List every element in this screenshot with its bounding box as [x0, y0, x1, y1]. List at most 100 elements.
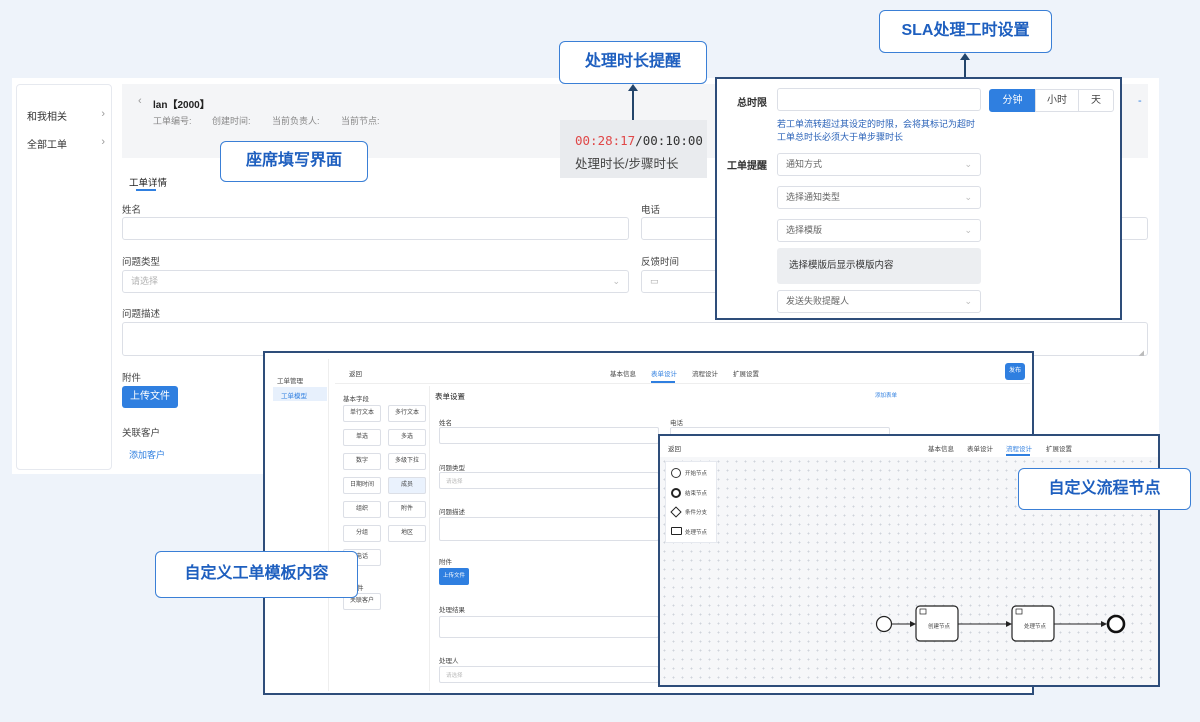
flow-tab-flow[interactable]: 流程设计: [1006, 443, 1032, 453]
flow-end-node[interactable]: [1106, 614, 1126, 634]
tpl-tab-extend[interactable]: 扩展设置: [733, 368, 759, 378]
tpl-tab-basic[interactable]: 基本信息: [610, 368, 636, 378]
current-owner-label: 当前负责人:: [272, 116, 320, 126]
tpl-header-divider: [335, 383, 1030, 384]
related-customer-label: 关联客户: [122, 428, 161, 439]
tpl-form-handler-placeholder: 请选择: [446, 673, 463, 679]
field-chip-member[interactable]: 成员: [388, 477, 426, 494]
callout-custom-flow: 自定义流程节点: [1018, 468, 1191, 510]
tpl-form-handler-select[interactable]: 请选择: [439, 666, 659, 683]
issue-type-select[interactable]: 请选择 ⌄: [122, 270, 629, 293]
total-limit-input[interactable]: [777, 88, 981, 111]
field-chip-attachment[interactable]: 附件: [388, 501, 426, 518]
unit-minutes-button[interactable]: 分钟: [989, 89, 1036, 112]
phone-input[interactable]: [641, 217, 721, 240]
collapse-dash[interactable]: -: [1138, 95, 1142, 107]
phone-label: 电话: [641, 205, 661, 216]
form-settings-link[interactable]: 添加表单: [875, 391, 897, 399]
calendar-icon: ▭: [650, 276, 659, 286]
tpl-form-upload-button[interactable]: 上传文件: [439, 568, 469, 585]
basic-fields-title: 基本字段: [343, 396, 369, 403]
sidebar-item-label: 和我相关: [27, 112, 67, 123]
timer-caption: 处理时长/步骤时长: [575, 157, 679, 171]
sla-hint: 若工单流转超过其设定的时限，会将其标记为超时 工单总时长必须大于单步骤时长: [777, 119, 976, 142]
tpl-form-issue-type-label: 问题类型: [439, 465, 465, 472]
description-label: 问题描述: [122, 309, 161, 320]
tpl-form-attachment-label: 附件: [439, 559, 452, 566]
ticket-number-label: 工单编号:: [153, 116, 192, 126]
unit-hours-button[interactable]: 小时: [1035, 89, 1079, 112]
field-chip-group[interactable]: 分组: [343, 525, 381, 542]
flow-create-node-label: 创建节点: [928, 624, 951, 630]
notify-type-text: 选择通知类型: [786, 192, 841, 202]
field-chip-cascade[interactable]: 多级下拉: [388, 453, 426, 470]
tpl-tab-form[interactable]: 表单设计: [651, 368, 677, 378]
tpl-form-phone-label: 电话: [670, 420, 683, 427]
flow-back-link[interactable]: 返回: [668, 443, 681, 453]
chevron-down-icon: ⌄: [612, 276, 620, 286]
template-text: 选择模版: [786, 225, 823, 235]
chevron-down-icon: ⌄: [964, 159, 972, 169]
name-input[interactable]: [122, 217, 629, 240]
field-chip-datetime[interactable]: 日期时间: [343, 477, 381, 494]
flow-tab-extend[interactable]: 扩展设置: [1046, 443, 1072, 453]
unit-days-button[interactable]: 天: [1078, 89, 1114, 112]
timer-separator: /: [635, 133, 643, 148]
phone-input-end[interactable]: [1118, 217, 1148, 240]
notify-method-text: 通知方式: [786, 159, 823, 169]
chevron-right-icon: ›: [101, 108, 105, 120]
notify-type-select[interactable]: 选择通知类型 ⌄: [777, 186, 981, 209]
connector-line: [964, 59, 966, 77]
tpl-form-issue-type-select[interactable]: 请选择: [439, 472, 659, 489]
resize-handle-icon[interactable]: ◢: [1139, 343, 1144, 364]
field-chip-radio[interactable]: 单选: [343, 429, 381, 446]
flow-tab-basic[interactable]: 基本信息: [928, 443, 954, 453]
field-chip-org[interactable]: 组织: [343, 501, 381, 518]
publish-button[interactable]: 发布: [1005, 363, 1025, 380]
chevron-down-icon: ⌄: [964, 192, 972, 202]
current-node-label: 当前节点:: [341, 116, 380, 126]
add-customer-link[interactable]: 添加客户: [129, 448, 165, 461]
back-chevron-icon[interactable]: ‹: [138, 95, 142, 107]
tpl-form-result-label: 处理结果: [439, 607, 465, 614]
tpl-form-handler-label: 处理人: [439, 658, 459, 665]
sidebar: 和我相关 › 全部工单 ›: [16, 84, 112, 470]
chevron-down-icon: ⌄: [964, 296, 972, 306]
field-chip-number[interactable]: 数字: [343, 453, 381, 470]
field-chip-checkbox[interactable]: 多选: [388, 429, 426, 446]
tab-ticket-detail[interactable]: 工单详情: [129, 175, 167, 189]
timer-readout: 00:28:17/00:10:00: [575, 133, 703, 148]
chevron-down-icon: ⌄: [964, 225, 972, 235]
upload-file-button[interactable]: 上传文件: [122, 386, 178, 408]
feedback-time-input[interactable]: ▭: [641, 270, 721, 293]
field-chip-single-line[interactable]: 单行文本: [343, 405, 381, 422]
form-settings-title: 表单设置: [435, 392, 465, 401]
reminder-label: 工单提醒: [727, 161, 767, 172]
sidebar-item-all-tickets[interactable]: 全部工单 ›: [27, 136, 111, 151]
tpl-form-name-label: 姓名: [439, 420, 452, 427]
issue-type-label: 问题类型: [122, 257, 161, 268]
tpl-form-name-input[interactable]: [439, 427, 659, 444]
connector-line: [632, 90, 634, 122]
tpl-form-description-textarea[interactable]: [439, 517, 659, 541]
flow-start-node[interactable]: [875, 615, 893, 633]
field-chip-region[interactable]: 地区: [388, 525, 426, 542]
tpl-back-link[interactable]: 返回: [349, 368, 362, 378]
sidebar-item-mine[interactable]: 和我相关 ›: [27, 108, 111, 123]
template-select[interactable]: 选择模版 ⌄: [777, 219, 981, 242]
template-preview: 选择模版后显示模版内容: [777, 248, 981, 284]
tpl-sidebar-ticket-model[interactable]: 工单模型: [281, 390, 307, 400]
callout-duration-reminder: 处理时长提醒: [559, 41, 707, 84]
tpl-tab-flow[interactable]: 流程设计: [692, 368, 718, 378]
fail-reminder-select[interactable]: 发送失败提醒人 ⌄: [777, 290, 981, 313]
notify-method-select[interactable]: 通知方式 ⌄: [777, 153, 981, 176]
tpl-form-result-textarea[interactable]: [439, 616, 659, 638]
tpl-palette-divider: [429, 386, 430, 691]
timer-box: 00:28:17/00:10:00 处理时长/步骤时长: [560, 120, 707, 178]
tpl-sidebar-ticket-mgmt[interactable]: 工单管理: [277, 375, 303, 385]
field-chip-multi-line[interactable]: 多行文本: [388, 405, 426, 422]
timer-limit: 00:10:00: [642, 133, 703, 148]
callout-sla-setting: SLA处理工时设置: [879, 10, 1052, 53]
flow-tab-form[interactable]: 表单设计: [967, 443, 993, 453]
fail-reminder-text: 发送失败提醒人: [786, 296, 850, 306]
